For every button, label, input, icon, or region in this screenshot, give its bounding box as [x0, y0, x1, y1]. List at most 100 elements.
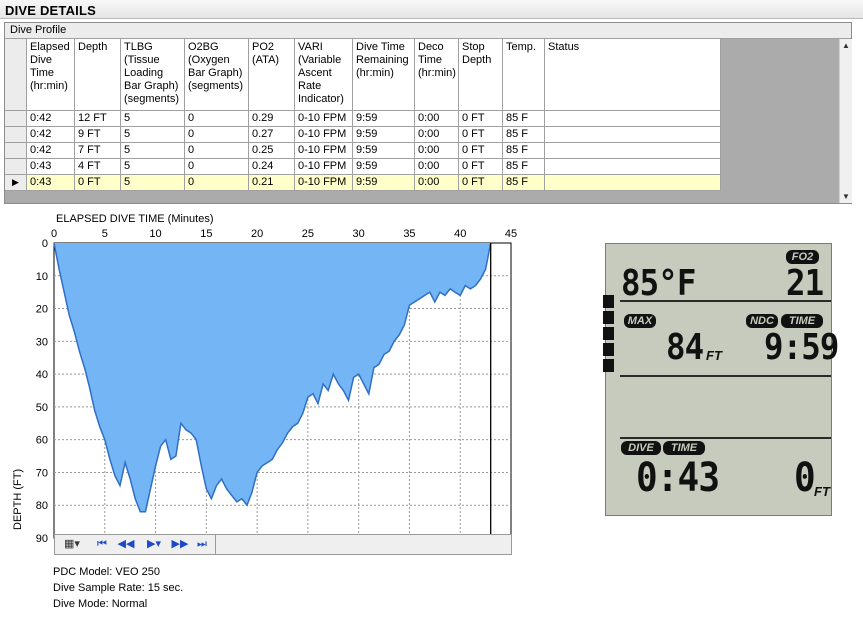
table-cell[interactable]: 12 FT: [75, 111, 121, 127]
ndc-label: NDC: [746, 314, 778, 328]
table-cell[interactable]: 5: [121, 111, 185, 127]
table-cell[interactable]: 0:42: [27, 127, 75, 143]
max-label: MAX: [624, 314, 656, 328]
table-cell[interactable]: 85 F: [503, 143, 545, 159]
column-header[interactable]: Stop Depth: [459, 39, 503, 111]
table-cell[interactable]: 0-10 FPM: [295, 143, 353, 159]
x-tick-label: 10: [149, 228, 161, 240]
table-cell[interactable]: 0: [185, 175, 249, 191]
scroll-down-arrow-icon[interactable]: ▼: [842, 192, 850, 201]
table-cell[interactable]: 0: [185, 143, 249, 159]
table-cell[interactable]: 9:59: [353, 175, 415, 191]
table-cell[interactable]: 5: [121, 159, 185, 175]
table-cell[interactable]: 0 FT: [459, 143, 503, 159]
column-header[interactable]: Dive Time Remaining (hr:min): [353, 39, 415, 111]
table-cell[interactable]: 0 FT: [459, 111, 503, 127]
table-cell[interactable]: 0:00: [415, 127, 459, 143]
column-header[interactable]: Depth: [75, 39, 121, 111]
column-header[interactable]: Deco Time (hr:min): [415, 39, 459, 111]
row-selector[interactable]: ▶: [5, 175, 27, 191]
table-cell[interactable]: 0 FT: [459, 127, 503, 143]
lcd-current-unit: FT: [814, 484, 830, 499]
table-cell[interactable]: 0:43: [27, 159, 75, 175]
table-cell[interactable]: 0: [185, 159, 249, 175]
table-cell[interactable]: 5: [121, 175, 185, 191]
table-cell[interactable]: 0:42: [27, 111, 75, 127]
column-header[interactable]: Status: [545, 39, 721, 111]
table-cell[interactable]: 7 FT: [75, 143, 121, 159]
first-sample-button[interactable]: ⏮: [93, 537, 111, 552]
table-cell[interactable]: [545, 143, 721, 159]
row-selector[interactable]: [5, 127, 27, 143]
table-cell[interactable]: 85 F: [503, 175, 545, 191]
column-header[interactable]: PO2 (ATA): [249, 39, 295, 111]
column-header[interactable]: Temp.: [503, 39, 545, 111]
table-cell[interactable]: 0:00: [415, 175, 459, 191]
previous-sample-button[interactable]: ◀◀: [115, 537, 137, 552]
table-cell[interactable]: [545, 175, 721, 191]
table-cell[interactable]: 0 FT: [459, 159, 503, 175]
lcd-temp-unit: °F: [658, 263, 696, 304]
lcd-ndc-time: 9:59: [764, 327, 839, 368]
table-cell[interactable]: 85 F: [503, 159, 545, 175]
row-selector[interactable]: [5, 111, 27, 127]
y-tick-label: 10: [36, 271, 48, 283]
row-selector[interactable]: [5, 143, 27, 159]
dive-profile-grid[interactable]: Dive Profile Elapsed Dive Time (hr:min) D…: [4, 22, 852, 204]
lcd-fo2-value: 21: [786, 263, 824, 304]
column-header[interactable]: Elapsed Dive Time (hr:min): [27, 39, 75, 111]
table-cell[interactable]: 9 FT: [75, 127, 121, 143]
table-cell[interactable]: 0:00: [415, 159, 459, 175]
table-cell[interactable]: [545, 127, 721, 143]
sample-rate-text: Dive Sample Rate: 15 sec.: [53, 582, 184, 594]
table-cell[interactable]: 0:00: [415, 111, 459, 127]
table-cell[interactable]: 0-10 FPM: [295, 175, 353, 191]
table-cell[interactable]: 0.24: [249, 159, 295, 175]
column-header[interactable]: VARI (Variable Ascent Rate Indicator): [295, 39, 353, 111]
table-cell[interactable]: 0.29: [249, 111, 295, 127]
table-cell[interactable]: 0:43: [27, 175, 75, 191]
table-cell[interactable]: 0-10 FPM: [295, 127, 353, 143]
table-cell[interactable]: 0:42: [27, 143, 75, 159]
table-cell[interactable]: 9:59: [353, 143, 415, 159]
table-cell[interactable]: 9:59: [353, 127, 415, 143]
table-cell[interactable]: 9:59: [353, 159, 415, 175]
scroll-up-arrow-icon[interactable]: ▲: [842, 41, 850, 50]
column-header[interactable]: TLBG (Tissue Loading Bar Graph) (segment…: [121, 39, 185, 111]
table-cell[interactable]: 5: [121, 143, 185, 159]
color-picker-button[interactable]: ▦▾: [59, 537, 85, 552]
y-tick-label: 90: [36, 533, 48, 545]
table-cell[interactable]: 0.25: [249, 143, 295, 159]
x-tick-label: 45: [505, 228, 517, 240]
table-cell[interactable]: 0-10 FPM: [295, 111, 353, 127]
table-cell[interactable]: 0: [185, 127, 249, 143]
table-cell[interactable]: 9:59: [353, 111, 415, 127]
next-sample-button[interactable]: ▶▶: [169, 537, 191, 552]
x-tick-label: 30: [353, 228, 365, 240]
lcd-divider: [620, 300, 831, 302]
table-cell[interactable]: 0-10 FPM: [295, 159, 353, 175]
table-cell[interactable]: 0 FT: [459, 175, 503, 191]
table-cell[interactable]: 5: [121, 127, 185, 143]
table-cell[interactable]: 0: [185, 111, 249, 127]
ndc-time-label: TIME: [781, 314, 823, 328]
row-selector[interactable]: [5, 159, 27, 175]
fo2-label: FO2: [786, 250, 819, 264]
y-tick-label: 40: [36, 369, 48, 381]
column-header[interactable]: O2BG (Oxygen Bar Graph) (segments): [185, 39, 249, 111]
table-cell[interactable]: 0.27: [249, 127, 295, 143]
table-cell[interactable]: 85 F: [503, 111, 545, 127]
play-button[interactable]: ▶▾: [143, 537, 165, 552]
table-cell[interactable]: 4 FT: [75, 159, 121, 175]
table-cell[interactable]: 0.21: [249, 175, 295, 191]
x-tick-label: 0: [51, 228, 57, 240]
dive-mode-text: Dive Mode: Normal: [53, 598, 148, 610]
x-tick-label: 20: [251, 228, 263, 240]
table-cell[interactable]: 85 F: [503, 127, 545, 143]
grid-vertical-scrollbar[interactable]: ▲ ▼: [839, 39, 852, 203]
table-cell[interactable]: [545, 111, 721, 127]
last-sample-button[interactable]: ⏭: [193, 537, 211, 552]
table-cell[interactable]: 0:00: [415, 143, 459, 159]
table-cell[interactable]: 0 FT: [75, 175, 121, 191]
table-cell[interactable]: [545, 159, 721, 175]
